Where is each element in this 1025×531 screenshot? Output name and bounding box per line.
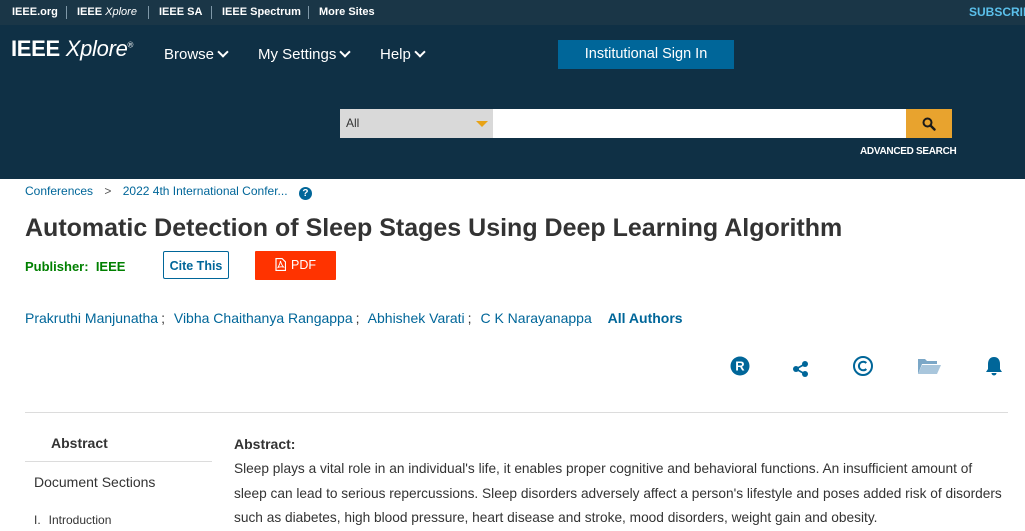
ieee-sa-link[interactable]: IEEE SA bbox=[159, 0, 202, 25]
divider bbox=[308, 6, 309, 19]
ieee-spectrum-link[interactable]: IEEE Spectrum bbox=[222, 0, 301, 25]
page-title: Automatic Detection of Sleep Stages Usin… bbox=[25, 214, 843, 242]
abstract-heading: Abstract: bbox=[234, 436, 296, 452]
divider bbox=[211, 6, 212, 19]
help-icon[interactable]: ? bbox=[298, 187, 312, 200]
institutional-sign-in-button[interactable]: Institutional Sign In bbox=[558, 40, 734, 69]
search-button[interactable] bbox=[906, 109, 952, 138]
ieee-xplore-logo[interactable]: IEEE Xplore® bbox=[11, 36, 133, 62]
author-separator: ; bbox=[355, 310, 360, 326]
divider bbox=[148, 6, 149, 19]
publisher: Publisher: IEEE bbox=[25, 259, 125, 274]
svg-text:R: R bbox=[735, 359, 745, 374]
section-divider bbox=[25, 412, 1008, 413]
divider bbox=[25, 461, 212, 462]
nav-my-settings-label: My Settings bbox=[258, 46, 337, 63]
dropdown-caret-icon bbox=[476, 121, 488, 127]
document-sections-heading: Document Sections bbox=[34, 474, 156, 490]
more-sites-link[interactable]: More Sites bbox=[319, 0, 375, 25]
nav-help-label: Help bbox=[380, 46, 411, 63]
breadcrumb: Conferences > 2022 4th International Con… bbox=[25, 184, 312, 200]
nav-help[interactable]: Help bbox=[380, 46, 426, 63]
nav-browse[interactable]: Browse bbox=[164, 46, 229, 63]
search-input[interactable] bbox=[493, 109, 906, 138]
sidebar-item-introduction[interactable]: I. Introduction bbox=[34, 513, 111, 527]
search-icon bbox=[922, 117, 936, 131]
pdf-button[interactable]: PDF bbox=[255, 251, 336, 280]
section-number: I. bbox=[34, 513, 41, 527]
search-scope-value: All bbox=[346, 116, 360, 130]
folder-icon[interactable] bbox=[917, 355, 942, 377]
chevron-down-icon bbox=[414, 46, 426, 58]
cite-this-button[interactable]: Cite This bbox=[163, 251, 229, 279]
site-header: IEEE Xplore® Browse My Settings Help Ins… bbox=[0, 25, 1025, 179]
registered-mark: ® bbox=[127, 40, 134, 50]
author-separator: ; bbox=[467, 310, 472, 326]
link-text-ieee: IEEE bbox=[77, 6, 103, 18]
abstract-text: Sleep plays a vital role in an individua… bbox=[234, 461, 1002, 525]
author-link[interactable]: Prakruthi Manjunatha bbox=[25, 310, 158, 326]
publisher-label: Publisher: bbox=[25, 259, 89, 274]
rights-icon[interactable]: R bbox=[729, 355, 751, 377]
share-icon[interactable] bbox=[790, 355, 812, 377]
logo-ieee-text: IEEE bbox=[11, 36, 60, 61]
author-separator: ; bbox=[161, 310, 165, 326]
author-list: Prakruthi Manjunatha; Vibha Chaithanya R… bbox=[25, 310, 683, 326]
breadcrumb-conferences[interactable]: Conferences bbox=[25, 184, 93, 198]
chevron-down-icon bbox=[217, 46, 229, 58]
breadcrumb-conference[interactable]: 2022 4th International Confer... bbox=[123, 184, 288, 198]
sidebar-item-abstract[interactable]: Abstract bbox=[51, 435, 108, 451]
ieee-org-link[interactable]: IEEE.org bbox=[12, 0, 58, 25]
nav-browse-label: Browse bbox=[164, 46, 215, 63]
all-authors-link[interactable]: All Authors bbox=[608, 310, 683, 326]
publisher-name: IEEE bbox=[95, 259, 126, 274]
nav-my-settings[interactable]: My Settings bbox=[258, 46, 352, 63]
divider bbox=[66, 6, 67, 19]
subscribe-link[interactable]: SUBSCRIBE bbox=[969, 0, 1025, 25]
top-utility-bar: IEEE.org IEEE Xplore IEEE SA IEEE Spectr… bbox=[0, 0, 1025, 25]
ieee-xplore-link[interactable]: IEEE Xplore bbox=[77, 0, 137, 25]
chevron-down-icon bbox=[339, 46, 352, 58]
pdf-label: PDF bbox=[291, 258, 316, 272]
search-scope-select[interactable]: All bbox=[340, 109, 493, 138]
author-link[interactable]: Vibha Chaithanya Rangappa bbox=[174, 310, 353, 326]
author-link[interactable]: Abhishek Varati bbox=[368, 310, 465, 326]
pdf-file-icon bbox=[275, 257, 287, 272]
copyright-icon[interactable] bbox=[852, 355, 874, 377]
breadcrumb-separator: > bbox=[104, 184, 112, 198]
search-bar: All bbox=[340, 109, 952, 138]
advanced-search-link[interactable]: ADVANCED SEARCH bbox=[860, 146, 957, 157]
author-link[interactable]: C K Narayanappa bbox=[480, 310, 591, 326]
section-label: Introduction bbox=[48, 513, 112, 527]
alert-bell-icon[interactable] bbox=[983, 355, 1005, 377]
link-text-xplore: Xplore bbox=[105, 6, 137, 18]
logo-xplore-text: Xplore bbox=[65, 36, 128, 61]
